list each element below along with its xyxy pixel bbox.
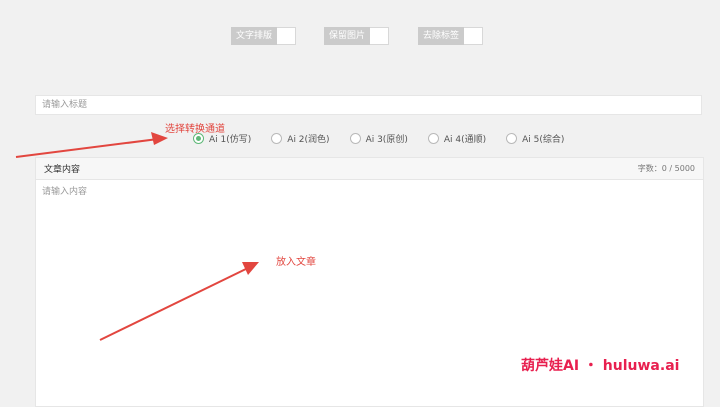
radio-dot[interactable] [193, 132, 204, 144]
arrow-line-channel [15, 138, 159, 158]
channel-radio-group: Ai 1(仿写) Ai 2(润色) Ai 3(原创) Ai 4(通顺) Ai 5… [193, 130, 584, 146]
channel-radio-ai2[interactable]: Ai 2(润色) [271, 132, 330, 145]
toggle-label: 保留图片 [324, 27, 371, 45]
toggle-label: 文字排版 [231, 27, 278, 45]
channel-radio-ai1[interactable]: Ai 1(仿写) [193, 132, 251, 145]
radio-label: Ai 2(润色) [287, 134, 330, 145]
radio-label: Ai 1(仿写) [209, 134, 252, 145]
channel-radio-ai3[interactable]: Ai 3(原创) [349, 132, 408, 145]
radio-dot[interactable] [271, 132, 283, 144]
toggle-keep-images[interactable]: 保留图片 [324, 27, 390, 45]
radio-dot[interactable] [506, 132, 518, 144]
annotation-put-article: 放入文章 [276, 257, 316, 268]
radio-label: Ai 5(综合) [522, 134, 565, 145]
toggle-switch[interactable] [370, 27, 390, 45]
radio-label: Ai 3(原创) [365, 134, 408, 145]
radio-label: Ai 4(通顺) [443, 134, 487, 145]
editor-header: 文章内容 字数：0 / 5000 [36, 158, 703, 180]
editor-title: 文章内容 [44, 165, 81, 175]
radio-dot[interactable] [427, 132, 439, 144]
channel-radio-ai5[interactable]: Ai 5(综合) [506, 132, 564, 145]
word-count: 字数：0 / 5000 [637, 164, 695, 173]
toggle-switch[interactable] [277, 27, 297, 45]
toggle-switch[interactable] [464, 27, 484, 45]
toggle-remove-tags[interactable]: 去除标签 [418, 27, 484, 45]
radio-dot[interactable] [349, 132, 361, 144]
title-input[interactable] [35, 95, 702, 115]
brand-watermark: 葫芦娃AI ・ huluwa.ai [521, 358, 680, 374]
toggle-label: 去除标签 [418, 27, 465, 45]
toggle-text-layout[interactable]: 文字排版 [231, 27, 297, 45]
channel-radio-ai4[interactable]: Ai 4(通顺) [427, 132, 487, 145]
